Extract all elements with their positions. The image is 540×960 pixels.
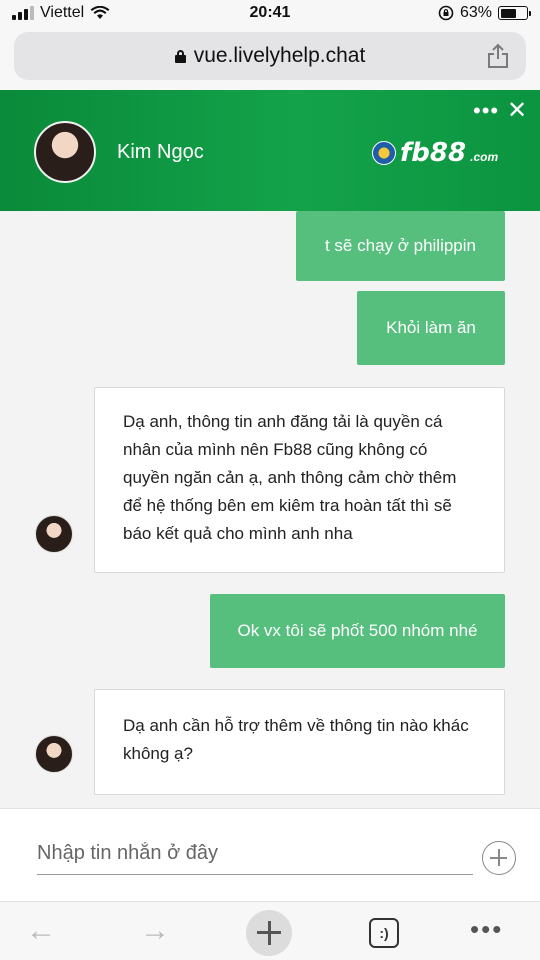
- more-icon[interactable]: •••: [470, 914, 503, 945]
- message-bubble-outgoing: t sẽ chạy ở philippin: [296, 211, 505, 281]
- message-input[interactable]: [37, 833, 473, 875]
- new-tab-icon[interactable]: [246, 910, 292, 956]
- orientation-lock-icon: [438, 5, 454, 21]
- status-bar: Viettel 20:41 63%: [0, 0, 540, 28]
- brand-logo: fb88 .com: [372, 136, 506, 170]
- tabs-icon[interactable]: :): [369, 918, 399, 948]
- attach-plus-icon[interactable]: [482, 841, 516, 875]
- chat-header: Kim Ngọc ••• ✕ fb88 .com: [0, 90, 540, 211]
- battery-icon: [498, 6, 531, 20]
- share-icon[interactable]: [486, 43, 510, 69]
- brand-suffix: .com: [470, 150, 499, 164]
- message-bubble-outgoing: Ok vx tôi sẽ phốt 500 nhóm nhé: [210, 594, 505, 668]
- more-options-icon[interactable]: •••: [473, 98, 499, 124]
- message-bubble-incoming: Dạ anh cần hỗ trợ thêm về thông tin nào …: [94, 689, 505, 795]
- brand-text: fb88: [400, 138, 467, 168]
- agent-avatar-small: [35, 515, 73, 553]
- euro-emblem-icon: [372, 141, 396, 165]
- browser-toolbar: ← → :) •••: [0, 901, 540, 960]
- url-text: vue.livelyhelp.chat: [193, 44, 366, 67]
- forward-arrow-icon[interactable]: →: [140, 914, 170, 948]
- status-right: 63%: [438, 4, 531, 22]
- agent-name: Kim Ngọc: [117, 141, 204, 163]
- message-text: Khỏi làm ăn: [386, 318, 476, 337]
- back-arrow-icon[interactable]: ←: [26, 914, 56, 948]
- message-composer: [0, 808, 540, 901]
- message-bubble-outgoing: Khỏi làm ăn: [357, 291, 505, 365]
- message-list: t sẽ chạy ở philippin Khỏi làm ăn Dạ anh…: [0, 211, 540, 808]
- message-bubble-incoming: Dạ anh, thông tin anh đăng tải là quyền …: [94, 387, 505, 573]
- address-text-wrap: vue.livelyhelp.chat: [14, 44, 526, 68]
- message-text: Dạ anh cần hỗ trợ thêm về thông tin nào …: [123, 716, 469, 763]
- message-text: Dạ anh, thông tin anh đăng tải là quyền …: [123, 412, 457, 543]
- battery-level: [500, 8, 516, 18]
- lock-icon: [174, 50, 186, 63]
- browser-address-area: vue.livelyhelp.chat: [0, 28, 540, 90]
- address-bar[interactable]: vue.livelyhelp.chat: [14, 32, 526, 80]
- message-text: t sẽ chạy ở philippin: [324, 236, 476, 255]
- agent-avatar-small: [35, 735, 73, 773]
- message-text: Ok vx tôi sẽ phốt 500 nhóm nhé: [237, 621, 478, 640]
- battery-percent: 63%: [459, 4, 492, 21]
- close-icon[interactable]: ✕: [507, 96, 527, 125]
- agent-avatar: [34, 121, 96, 183]
